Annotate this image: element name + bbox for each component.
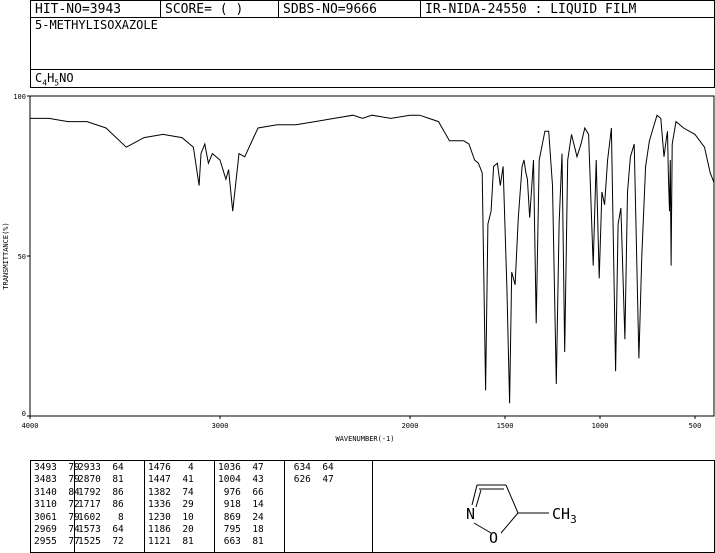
isoxazole-structure: N O CH3 [466, 484, 577, 547]
y-tick-label: 50 [18, 253, 26, 261]
peak-table-divider [214, 460, 215, 552]
x-tick-label: 500 [689, 422, 702, 430]
x-tick-label: 4000 [22, 422, 39, 430]
x-tick-label: 2000 [402, 422, 419, 430]
x-axis-label: WAVENUMBER(-1) [335, 435, 394, 443]
y-tick-label: 100 [13, 93, 26, 101]
peak-table-divider [284, 460, 285, 552]
y-axis-label: TRANSMITTANCE(%) [2, 222, 10, 289]
y-tick-label: 0 [22, 410, 26, 418]
x-tick-label: 1500 [497, 422, 514, 430]
x-tick-label: 3000 [212, 422, 229, 430]
structure-box: N O CH3 [372, 460, 715, 553]
x-tick-label: 1000 [592, 422, 609, 430]
ir-spectrum-chart: 100500 4000 3000 2000 1500 1000 500 WAVENUMBE… [2, 93, 715, 443]
methyl-label: CH3 [552, 505, 577, 526]
peak-table-divider [144, 460, 145, 552]
nitrogen-label: N [466, 505, 475, 523]
spectrum-line [30, 114, 715, 404]
peak-table-frame [30, 460, 373, 553]
peak-table-divider [74, 460, 75, 552]
oxygen-label: O [489, 529, 498, 547]
